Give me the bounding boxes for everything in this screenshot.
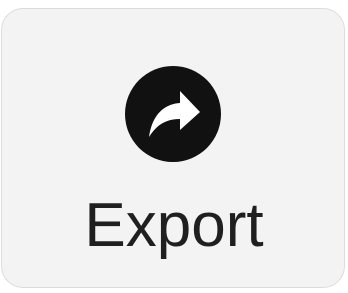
export-label: Export: [84, 191, 264, 260]
share-arrow-circle-icon: [125, 66, 221, 162]
export-button[interactable]: Export: [1, 8, 345, 288]
